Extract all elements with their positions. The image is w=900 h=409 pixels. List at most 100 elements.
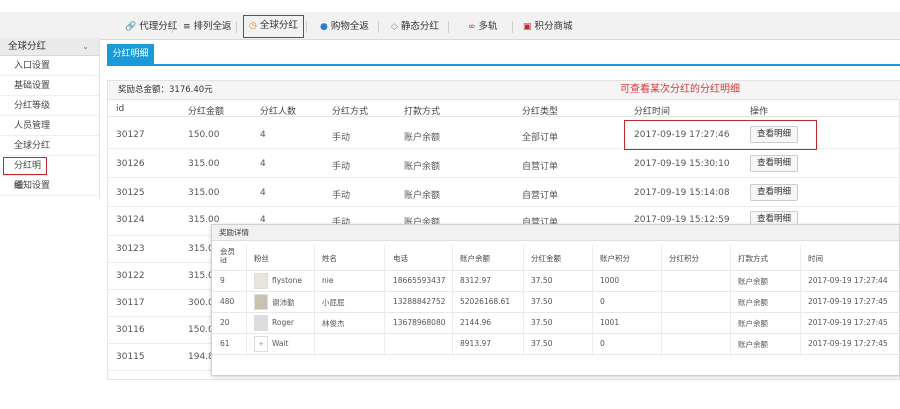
- popup-header-member-id: 会员id: [220, 247, 235, 265]
- drop-icon: ●: [320, 22, 328, 32]
- cell-balance: 52026168.61: [460, 297, 511, 306]
- cell-points: 1001: [600, 318, 620, 327]
- cell-phone: 13678968080: [393, 318, 446, 327]
- cell-points: 1000: [600, 276, 620, 285]
- popup-title: 奖励详情: [212, 225, 899, 241]
- cell-id: 30124: [116, 215, 145, 225]
- column-divider: [314, 245, 315, 357]
- column-divider: [523, 245, 524, 357]
- cell-amount: 315.00: [188, 188, 220, 198]
- tab-multi-track[interactable]: ∞ 多轨: [468, 17, 498, 37]
- tab-global-dividend[interactable]: ◷ 全球分红: [243, 15, 304, 38]
- sidebar-item-basic-settings[interactable]: 基础设置: [0, 76, 99, 96]
- column-divider: [384, 245, 385, 357]
- cell-pay: 账户余额: [738, 277, 768, 286]
- popup-row: 480 谢沛勤 小屁屁 13288842752 52026168.61 37.5…: [212, 291, 900, 312]
- tab-underline: [107, 64, 900, 66]
- cell-type: 全部订单: [522, 133, 559, 143]
- cell-id: 30116: [116, 325, 145, 335]
- tab-static-dividend[interactable]: ◇ 静态分红: [391, 17, 439, 37]
- column-divider: [246, 245, 247, 357]
- avatar: [254, 273, 268, 289]
- cell-pay: 账户余额: [404, 133, 441, 143]
- tab-shopping-return[interactable]: ● 购物全返: [320, 17, 369, 37]
- tab-points-mall[interactable]: ▣ 积分商城: [523, 17, 573, 37]
- popup-header-bonus-points: 分红积分: [669, 254, 699, 263]
- link-chain-icon: ∞: [468, 22, 476, 32]
- cell-time: 2017-09-19 17:27:45: [808, 318, 888, 327]
- cell-points: 0: [600, 297, 605, 306]
- cell-amount: 150.00: [188, 130, 220, 140]
- cell-amount: 37.50: [531, 297, 553, 306]
- tab-arrange-return[interactable]: ≡ 排列全返: [183, 17, 232, 37]
- cell-type: 自营订单: [522, 191, 559, 201]
- sidebar-item-dividend-details[interactable]: 分红明细: [2, 156, 48, 191]
- cell-pay: 账户余额: [404, 191, 441, 201]
- cell-name: nie: [322, 276, 334, 285]
- sidebar: 全球分红 ⌄ 入口设置 基础设置 分红等级 人员管理 全球分红 分红明细 通知设置: [0, 38, 100, 198]
- tab-label: 积分商城: [534, 21, 573, 32]
- cell-type: 自营订单: [522, 162, 559, 172]
- popup-header-name: 姓名: [322, 254, 337, 263]
- diamond-icon: ◇: [391, 22, 398, 32]
- cell-member-id: 9: [220, 276, 225, 285]
- chevron-down-icon: ⌄: [82, 42, 89, 51]
- cell-balance: 2144.96: [460, 318, 492, 327]
- cell-count: 4: [260, 188, 266, 198]
- highlight-box: [624, 120, 817, 150]
- annotation-note: 可查看某次分红的分红明细: [620, 84, 740, 95]
- sidebar-item-staff-management[interactable]: 人员管理: [0, 116, 99, 136]
- cell-name: 小屁屁: [322, 298, 345, 307]
- cell-method: 手动: [332, 191, 351, 201]
- cell-fan: 谢沛勤: [272, 298, 295, 307]
- view-details-button[interactable]: 查看明细: [750, 155, 798, 172]
- cell-pay: 账户余额: [738, 319, 768, 328]
- column-divider: [800, 245, 801, 357]
- cell-count: 4: [260, 130, 266, 140]
- header-id: id: [116, 104, 125, 114]
- sidebar-item-entry-settings[interactable]: 入口设置: [0, 56, 99, 76]
- cell-time: 2017-09-19 17:27:45: [808, 339, 888, 348]
- reward-details-popup: 奖励详情 会员id 粉丝 姓名 电话 账户余额 分红金额 账户积分 分红积分 打…: [211, 224, 900, 376]
- popup-row-divider: [212, 354, 900, 355]
- table-row: 30126 315.00 4 手动 账户余额 自营订单 2017-09-19 1…: [107, 149, 900, 178]
- popup-header-balance: 账户余额: [460, 254, 490, 263]
- column-divider: [592, 245, 593, 357]
- tab-dividend-details[interactable]: 分红明细: [107, 44, 154, 64]
- column-divider: [730, 245, 731, 357]
- cell-amount: 315.00: [188, 159, 220, 169]
- cell-points: 0: [600, 339, 605, 348]
- divider: [448, 21, 449, 33]
- divider: [512, 21, 513, 33]
- divider: [378, 21, 379, 33]
- cell-balance: 8913.97: [460, 339, 492, 348]
- cell-id: 30115: [116, 352, 145, 362]
- sidebar-item-notification-settings[interactable]: 通知设置: [0, 176, 99, 196]
- tab-agent-dividend[interactable]: 🔗 代理分红: [125, 17, 177, 37]
- cell-member-id: 480: [220, 297, 235, 306]
- column-divider: [661, 245, 662, 357]
- cell-name: 林俊杰: [322, 319, 345, 328]
- sidebar-item-global-dividend[interactable]: 全球分红: [0, 136, 99, 156]
- store-icon: ▣: [523, 22, 532, 32]
- tab-label: 多轨: [478, 21, 498, 32]
- cell-amount: 37.50: [531, 276, 553, 285]
- cell-balance: 8312.97: [460, 276, 492, 285]
- cell-fan: flystone: [272, 276, 302, 285]
- cell-pay: 账户余额: [738, 298, 768, 307]
- sidebar-item-dividend-levels[interactable]: 分红等级: [0, 96, 99, 116]
- sidebar-header-label: 全球分红: [8, 41, 47, 52]
- sidebar-header[interactable]: 全球分红 ⌄: [0, 38, 99, 56]
- cell-time: 2017-09-19 15:14:08: [634, 188, 730, 198]
- cell-amount: 315.0: [188, 244, 214, 254]
- link-icon: 🔗: [125, 22, 137, 32]
- cell-id: 30126: [116, 159, 145, 169]
- tab-label: 购物全返: [330, 21, 369, 32]
- cell-count: 4: [260, 159, 266, 169]
- popup-header-pay: 打款方式: [738, 254, 768, 263]
- divider: [236, 21, 237, 33]
- cell-fan: Roger: [272, 318, 294, 327]
- cell-id: 30117: [116, 298, 145, 308]
- view-details-button[interactable]: 查看明细: [750, 184, 798, 201]
- cell-amount: 150.0: [188, 325, 214, 335]
